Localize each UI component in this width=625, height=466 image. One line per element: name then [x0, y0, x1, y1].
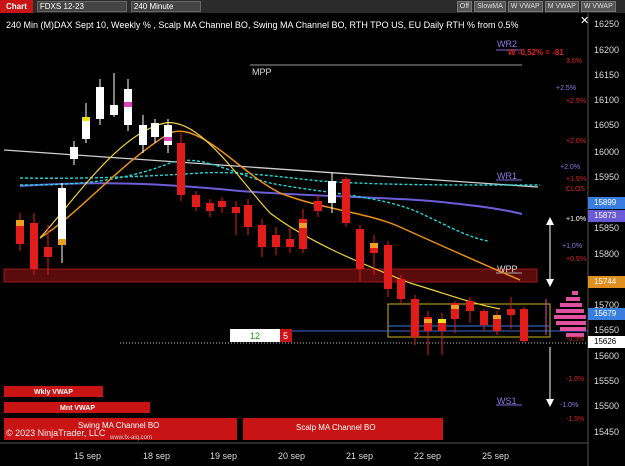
counter-red: 5: [283, 331, 288, 341]
w-vwap-toggle-2[interactable]: W VWAP: [580, 1, 616, 12]
y-tick: 15450: [594, 427, 619, 437]
chart-menu-button[interactable]: Chart: [0, 0, 33, 13]
interval-selector[interactable]: 240 Minute: [130, 1, 201, 12]
wr1-label: WR1: [497, 171, 517, 181]
price-tag-15679: 15679: [588, 308, 625, 320]
pct-label: -1.0%: [560, 402, 578, 409]
y-tick: 15850: [594, 223, 619, 233]
orange-ma: [39, 130, 521, 281]
pct-label: -1.5%: [566, 416, 584, 423]
counter-green: 12: [250, 331, 260, 341]
pct-label: -0.5%: [566, 336, 584, 343]
y-tick: 16250: [594, 19, 619, 29]
scalp-ma-label: Scalp MA Channel BO: [296, 423, 376, 432]
pct-label: +2.0%: [560, 164, 580, 171]
price-tag-15744: 15744: [588, 276, 625, 288]
x-tick: 19 sep: [210, 451, 237, 461]
pct-label: CLOS: [566, 186, 585, 193]
y-tick: 15550: [594, 376, 619, 386]
x-tick: 20 sep: [278, 451, 305, 461]
y-tick: 16000: [594, 147, 619, 157]
y-tick: 16150: [594, 70, 619, 80]
price-axis: 16250 16200 16150 16100 16050 16000 1595…: [594, 19, 619, 437]
x-tick: 22 sep: [414, 451, 441, 461]
off-toggle[interactable]: Off: [456, 1, 473, 12]
y-tick: 15650: [594, 325, 619, 335]
weekly-stat: W -0,52% = -81: [508, 48, 564, 57]
price-tag-15626: 15626: [588, 336, 625, 348]
x-tick: 18 sep: [143, 451, 170, 461]
price-chart[interactable]: WR2 MPP WR1 WPP WS1 16250 16200 16150 16…: [0, 13, 625, 466]
y-tick: 15950: [594, 172, 619, 182]
tpo-profile: [554, 291, 586, 337]
pct-label: +1.5%: [566, 176, 586, 183]
price-tag-15873: 15873: [588, 210, 625, 222]
pct-label: -1.0%: [566, 376, 584, 383]
pct-labels: W -0,52% = -81 3.0% +2.5% +2.5% +2.0% +2…: [508, 48, 586, 423]
copyright: © 2023 NinjaTrader, LLC: [6, 428, 106, 438]
watermark: www.fx-aiq.com: [109, 435, 152, 441]
mpp-label: MPP: [252, 67, 272, 77]
pct-label: 3.0%: [566, 58, 582, 65]
y-tick: 15500: [594, 401, 619, 411]
slowma-toggle[interactable]: SlowMA: [474, 1, 506, 12]
y-tick: 15600: [594, 351, 619, 361]
y-tick: 16100: [594, 95, 619, 105]
y-tick: 15800: [594, 249, 619, 259]
mnt-vwap-label: Mnt VWAP: [60, 405, 95, 412]
pct-label: +0.5%: [566, 256, 586, 263]
wpp-zone: [3, 268, 538, 283]
chart-toolbar: Chart FDXS 12-23 240 Minute Off SlowMA W…: [0, 0, 625, 13]
x-tick: 21 sep: [346, 451, 373, 461]
x-tick: 15 sep: [74, 451, 101, 461]
pct-label: +2.5%: [566, 98, 586, 105]
w-vwap-toggle[interactable]: W VWAP: [507, 1, 543, 12]
time-axis: 15 sep 18 sep 19 sep 20 sep 21 sep 22 se…: [74, 451, 509, 461]
pct-label: +2.5%: [556, 85, 576, 92]
ws1-label: WS1: [497, 396, 517, 406]
wkly-vwap-label: Wkly VWAP: [34, 389, 73, 396]
wpp-label: WPP: [497, 264, 518, 274]
pct-label: +1,0%: [562, 243, 582, 250]
price-tag-15899: 15899: [588, 197, 625, 209]
pct-label: +2.0%: [566, 138, 586, 145]
trend-line: [3, 149, 539, 188]
x-tick: 25 sep: [482, 451, 509, 461]
pct-label: +1.0%: [566, 216, 586, 223]
m-vwap-toggle[interactable]: M VWAP: [544, 1, 579, 12]
y-tick: 16050: [594, 120, 619, 130]
instrument-selector[interactable]: FDXS 12-23: [36, 1, 127, 12]
y-tick: 16200: [594, 45, 619, 55]
